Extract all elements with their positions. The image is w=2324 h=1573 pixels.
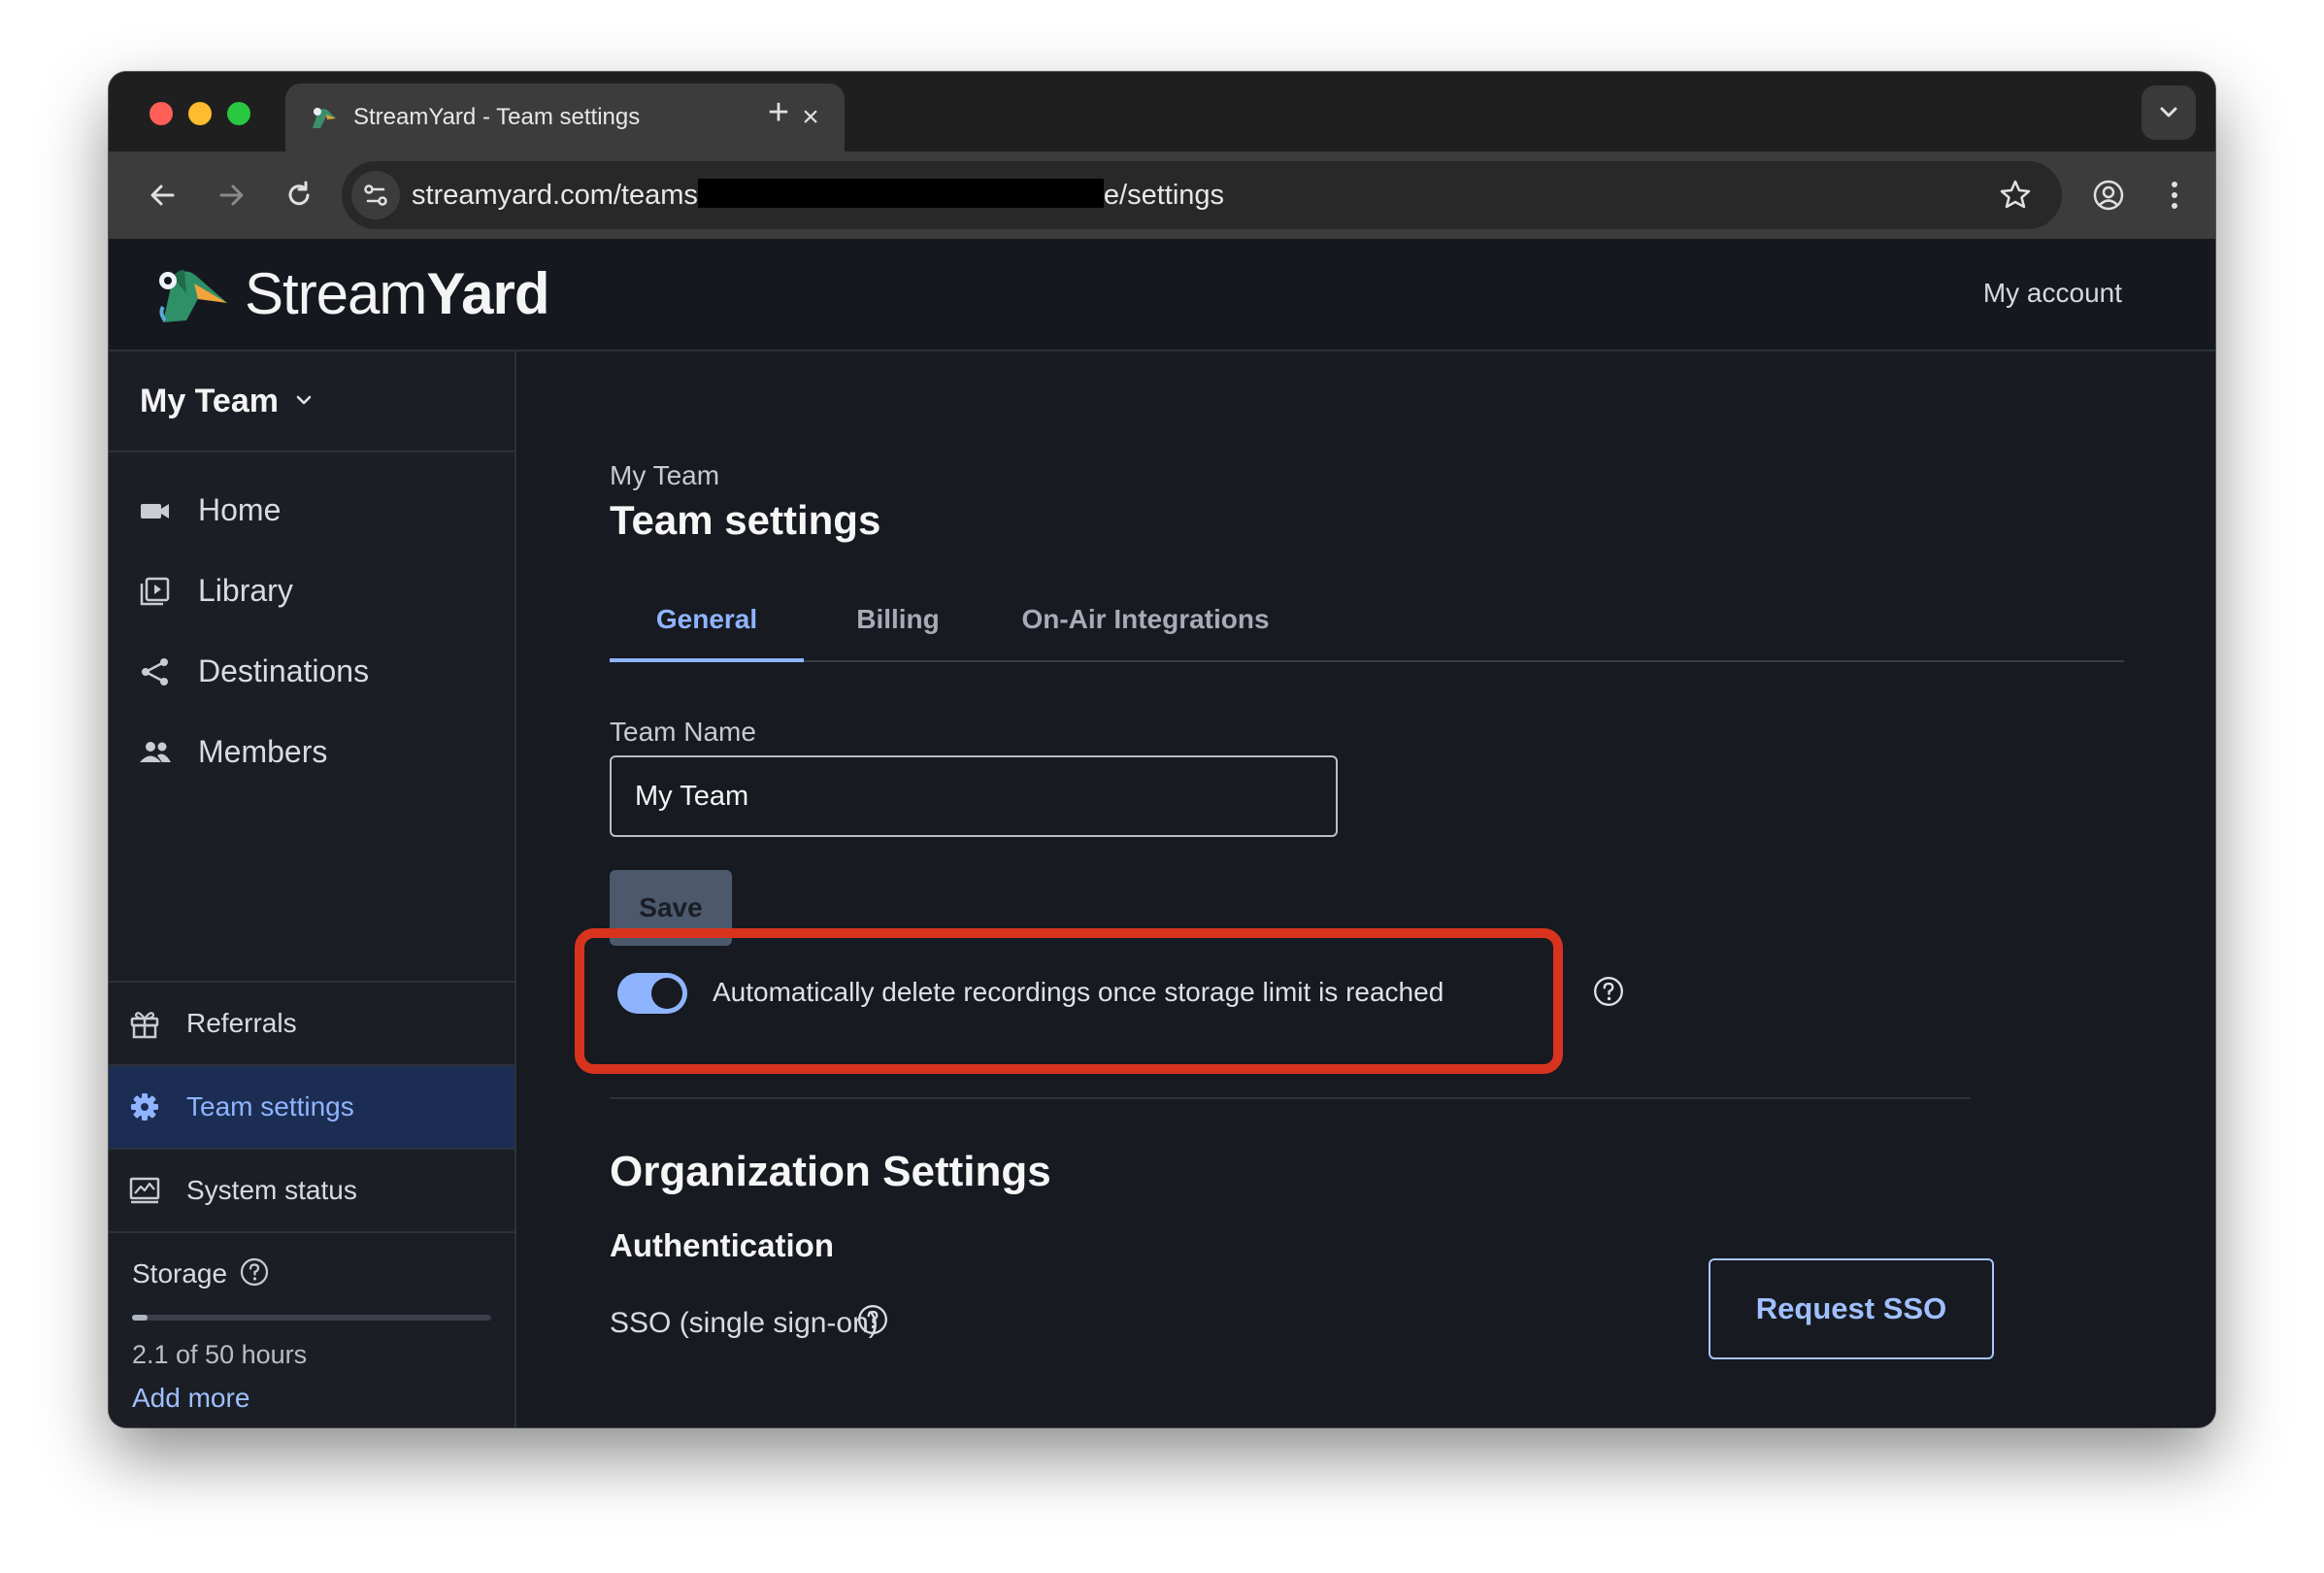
share-icon — [142, 658, 168, 686]
storage-panel: Storage 2.1 of 50 hours Add more — [109, 1231, 515, 1427]
streamyard-app: StreamYard My account My Team Home Libra… — [109, 239, 2215, 1427]
storage-title: Storage — [132, 1258, 228, 1289]
monitor-chart-icon — [129, 1177, 160, 1204]
back-arrow-icon[interactable] — [144, 176, 183, 215]
gift-icon — [130, 1012, 159, 1039]
auto-delete-label: Automatically delete recordings once sto… — [713, 977, 1444, 1007]
main-content: My Team Team settings General Billing On… — [516, 351, 2215, 1427]
sidebar-item-system-status[interactable]: System status — [109, 1148, 515, 1231]
sidebar-item-label: Library — [198, 573, 293, 608]
sidebar-item-label: System status — [186, 1175, 357, 1205]
section-divider — [610, 1097, 1971, 1099]
auto-delete-toggle[interactable] — [617, 973, 687, 1014]
maximize-window-button[interactable] — [227, 102, 250, 125]
page-title: Team settings — [610, 497, 881, 543]
tab-general[interactable]: General — [610, 579, 804, 662]
people-icon — [140, 742, 171, 762]
tab-on-air-integrations[interactable]: On-Air Integrations — [1000, 579, 1291, 660]
request-sso-button[interactable]: Request SSO — [1709, 1258, 1994, 1359]
team-name-input[interactable] — [610, 755, 1338, 837]
app-header: StreamYard My account — [109, 239, 2215, 351]
sidebar: My Team Home Library Destinations Member… — [109, 351, 516, 1427]
site-info-button[interactable] — [351, 171, 400, 219]
url-prefix: streamyard.com/teams — [412, 180, 698, 211]
tab-title: StreamYard - Team settings — [353, 104, 641, 130]
bookmark-star-icon[interactable] — [1996, 176, 2035, 215]
gear-icon — [131, 1093, 158, 1121]
brand-bold: Yard — [426, 261, 549, 326]
storage-progress-fill — [132, 1315, 148, 1321]
authentication-heading: Authentication — [610, 1227, 834, 1263]
settings-tabs: General Billing On-Air Integrations — [610, 579, 2124, 662]
new-tab-icon[interactable]: + — [759, 93, 798, 132]
tab-strip: StreamYard - Team settings × + — [109, 72, 2215, 151]
sidebar-item-destinations[interactable]: Destinations — [109, 637, 515, 705]
sidebar-item-referrals[interactable]: Referrals — [109, 981, 515, 1064]
brand-wordmark: StreamYard — [245, 260, 549, 328]
sidebar-item-label: Team settings — [186, 1091, 354, 1121]
sidebar-item-label: Referrals — [186, 1008, 297, 1038]
minimize-window-button[interactable] — [188, 102, 212, 125]
library-icon — [140, 577, 170, 606]
sso-label: SSO (single sign-on) — [610, 1307, 879, 1339]
tab-search-button[interactable] — [2141, 85, 2196, 140]
browser-toolbar: streamyard.com/teams e/settings — [109, 151, 2215, 239]
sidebar-item-library[interactable]: Library — [109, 556, 515, 624]
profile-icon[interactable] — [2089, 176, 2128, 215]
tab-close-icon[interactable]: × — [796, 103, 825, 132]
tune-icon — [364, 184, 387, 206]
tab-billing[interactable]: Billing — [825, 579, 971, 660]
browser-menu-icon[interactable] — [2155, 176, 2194, 215]
address-bar[interactable]: streamyard.com/teams e/settings — [342, 161, 2062, 229]
browser-window: StreamYard - Team settings × + streamyar… — [109, 72, 2215, 1427]
help-circle-icon[interactable] — [1592, 975, 1625, 1008]
close-window-button[interactable] — [149, 102, 173, 125]
team-name-label: Team Name — [610, 717, 756, 747]
url-text: streamyard.com/teams e/settings — [412, 161, 1224, 229]
toggle-knob — [651, 978, 682, 1009]
help-circle-icon[interactable] — [239, 1256, 270, 1288]
chevron-down-icon — [296, 395, 312, 405]
add-more-link[interactable]: Add more — [132, 1383, 249, 1414]
team-name: My Team — [140, 383, 279, 419]
forward-arrow-icon[interactable] — [212, 176, 250, 215]
sidebar-item-home[interactable]: Home — [109, 476, 515, 544]
streamyard-favicon-icon — [313, 108, 336, 128]
sidebar-item-team-settings[interactable]: Team settings — [109, 1064, 515, 1148]
video-camera-icon — [141, 504, 169, 519]
team-selector[interactable]: My Team — [109, 351, 515, 452]
organization-settings-heading: Organization Settings — [610, 1148, 1051, 1195]
streamyard-logo-icon[interactable] — [155, 264, 229, 326]
help-circle-icon[interactable] — [856, 1303, 889, 1336]
brand-light: Stream — [245, 261, 427, 326]
sidebar-item-label: Destinations — [198, 653, 370, 688]
redacted-block — [697, 179, 1104, 209]
reload-icon[interactable] — [280, 176, 318, 215]
sidebar-item-label: Members — [198, 734, 328, 769]
chevron-down-icon — [2160, 107, 2177, 117]
storage-usage-text: 2.1 of 50 hours — [132, 1340, 308, 1369]
sidebar-item-members[interactable]: Members — [109, 718, 515, 786]
breadcrumb[interactable]: My Team — [610, 460, 719, 491]
my-account-link[interactable]: My account — [1983, 278, 2122, 309]
url-suffix: e/settings — [1103, 180, 1225, 211]
storage-progress-bar — [132, 1315, 491, 1321]
sidebar-item-label: Home — [198, 492, 282, 527]
